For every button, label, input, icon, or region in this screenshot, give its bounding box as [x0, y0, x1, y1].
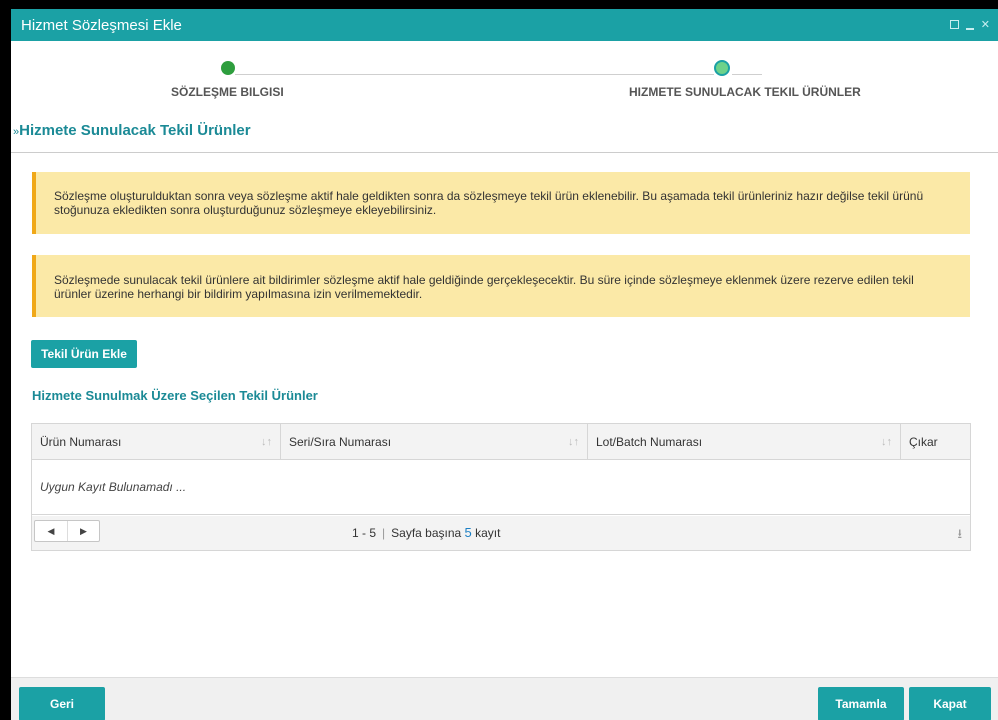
column-header-label: Ürün Numarası	[40, 435, 122, 449]
dialog-footer: Geri Tamamla Kapat	[11, 677, 998, 720]
dialog-window: Hizmet Sözleşmesi Ekle ✕ SÖZLEŞME BILGIS…	[11, 9, 998, 720]
table-header: Ürün Numarası ↓↑ Seri/Sıra Numarası ↓↑ L…	[32, 424, 970, 460]
wizard-line-tail	[732, 74, 762, 75]
divider	[11, 152, 998, 153]
column-header-product-number[interactable]: Ürün Numarası ↓↑	[32, 424, 281, 460]
page-info: 1 - 5 | Sayfa başına 5 kayıt	[352, 525, 500, 540]
selected-products-table: Ürün Numarası ↓↑ Seri/Sıra Numarası ↓↑ L…	[31, 423, 971, 551]
wizard-line	[235, 74, 714, 75]
column-header-label: Seri/Sıra Numarası	[289, 435, 392, 449]
column-header-remove: Çıkar	[901, 424, 971, 460]
page-size-suffix: kayıt	[475, 526, 501, 540]
minimize-icon[interactable]	[965, 27, 974, 30]
download-icon[interactable]: ⭳	[957, 525, 962, 547]
step-label-contract-info[interactable]: SÖZLEŞME BILGISI	[171, 85, 284, 99]
page-size-value[interactable]: 5	[465, 525, 472, 540]
warning-alert: Sözleşmede sunulacak tekil ürünlere ait …	[32, 255, 970, 317]
warning-alert: Sözleşme oluşturulduktan sonra veya sözl…	[32, 172, 970, 234]
column-header-label: Çıkar	[909, 435, 938, 449]
back-button[interactable]: Geri	[19, 687, 105, 720]
finish-button[interactable]: Tamamla	[818, 687, 904, 720]
column-header-lot-number[interactable]: Lot/Batch Numarası ↓↑	[588, 424, 901, 460]
next-page-icon[interactable]: ▶	[66, 521, 99, 541]
page-range: 1 - 5	[352, 526, 377, 540]
sort-icon[interactable]: ↓↑	[261, 424, 272, 460]
section-heading: »Hizmete Sunulacak Tekil Ürünler	[13, 122, 251, 139]
close-button[interactable]: Kapat	[909, 687, 991, 720]
column-header-label: Lot/Batch Numarası	[596, 435, 703, 449]
section-title: Hizmete Sunulacak Tekil Ürünler	[19, 122, 251, 139]
maximize-icon[interactable]	[949, 20, 959, 29]
page-size-prefix: Sayfa başına	[391, 526, 462, 540]
pager: ◀ ▶	[34, 520, 100, 542]
sort-icon[interactable]: ↓↑	[568, 424, 579, 460]
wizard-steps: SÖZLEŞME BILGISI HIZMETE SUNULACAK TEKIL…	[11, 41, 998, 113]
grid-title: Hizmete Sunulmak Üzere Seçilen Tekil Ürü…	[32, 388, 318, 403]
step-label-serial-products[interactable]: HIZMETE SUNULACAK TEKIL ÜRÜNLER	[629, 85, 861, 99]
column-header-serial-number[interactable]: Seri/Sıra Numarası ↓↑	[281, 424, 588, 460]
table-footer: ◀ ▶ 1 - 5 | Sayfa başına 5 kayıt ⭳	[32, 516, 970, 550]
separator: |	[382, 526, 386, 540]
window-controls: ✕	[949, 18, 990, 31]
step-active-indicator	[714, 60, 730, 76]
add-serial-product-button[interactable]: Tekil Ürün Ekle	[31, 340, 137, 368]
close-icon[interactable]: ✕	[981, 18, 990, 31]
title-bar: Hizmet Sözleşmesi Ekle ✕	[11, 9, 998, 41]
dialog-title: Hizmet Sözleşmesi Ekle	[21, 17, 182, 34]
empty-message: Uygun Kayıt Bulunamadı ...	[32, 461, 970, 515]
prev-page-icon[interactable]: ◀	[35, 521, 67, 541]
step-done-indicator	[221, 61, 235, 75]
sort-icon[interactable]: ↓↑	[881, 424, 892, 460]
